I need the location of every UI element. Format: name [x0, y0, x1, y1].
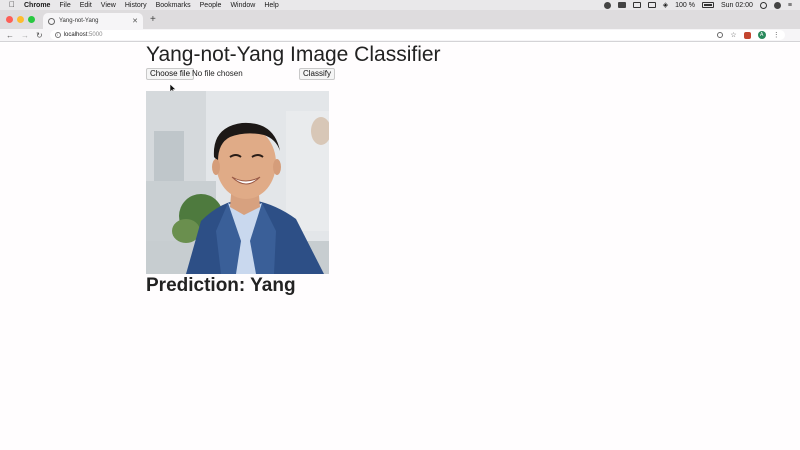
record-icon[interactable]: [603, 1, 611, 9]
menu-view[interactable]: View: [101, 2, 116, 9]
menu-bookmarks[interactable]: Bookmarks: [156, 2, 191, 9]
battery-percent: 100 %: [675, 1, 695, 9]
user-icon[interactable]: [773, 1, 781, 9]
prediction-result: Prediction: Yang: [146, 275, 296, 296]
battery-icon[interactable]: [701, 2, 714, 8]
browser-toolbar: ← → ↻ i localhost:5000 ☆ A ⋮: [0, 29, 800, 42]
menu-window[interactable]: Window: [230, 2, 255, 9]
menu-people[interactable]: People: [200, 2, 222, 9]
address-bar[interactable]: i localhost:5000 ☆ A ⋮: [49, 30, 785, 40]
menu-list-icon[interactable]: ≡: [788, 2, 792, 9]
system-menu-bar:  Chrome File Edit View History Bookmark…: [0, 0, 800, 10]
new-tab-button[interactable]: +: [150, 14, 156, 25]
display-icon[interactable]: [632, 2, 641, 8]
back-arrow-icon[interactable]: ←: [6, 31, 14, 40]
minimize-window-button[interactable]: [17, 16, 24, 23]
menu-help[interactable]: Help: [264, 2, 278, 9]
zoom-icon[interactable]: [717, 32, 724, 38]
url-host: localhost: [63, 32, 88, 38]
extension-icon[interactable]: [743, 31, 751, 39]
menu-history[interactable]: History: [125, 2, 147, 9]
close-tab-icon[interactable]: ✕: [132, 17, 138, 25]
page-title: Yang-not-Yang Image Classifier: [146, 43, 441, 66]
airplay-icon[interactable]: [647, 2, 656, 8]
menu-app-name[interactable]: Chrome: [24, 2, 50, 9]
reload-icon[interactable]: ↻: [36, 31, 43, 40]
window-controls: [0, 16, 35, 23]
info-icon[interactable]: i: [54, 32, 61, 38]
wifi-icon[interactable]: ◈: [663, 1, 668, 9]
uploaded-photo: [146, 91, 329, 274]
close-window-button[interactable]: [6, 16, 13, 23]
choose-file-button[interactable]: Choose file: [146, 68, 195, 80]
more-menu-icon[interactable]: ⋮: [773, 31, 780, 39]
url-port: :5000: [87, 32, 103, 38]
clock[interactable]: Sun 02:00: [721, 2, 753, 9]
tab-strip: Yang-not-Yang ✕ +: [0, 10, 800, 29]
profile-avatar[interactable]: A: [757, 31, 766, 39]
apple-icon[interactable]: : [9, 0, 15, 10]
classify-button[interactable]: Classify: [299, 68, 336, 80]
browser-tab[interactable]: Yang-not-Yang ✕: [43, 13, 143, 29]
forward-arrow-icon[interactable]: →: [21, 31, 29, 40]
menu-edit[interactable]: Edit: [80, 2, 92, 9]
zoom-window-button[interactable]: [28, 16, 35, 23]
search-icon[interactable]: [759, 1, 767, 9]
page-content: Yang-not-Yang Image Classifier Choose fi…: [0, 43, 800, 450]
tab-title: Yang-not-Yang: [59, 18, 99, 24]
dropbox-icon[interactable]: [617, 2, 626, 8]
menu-file[interactable]: File: [59, 2, 70, 9]
file-status-text: No file chosen: [192, 69, 243, 78]
bookmark-star-icon[interactable]: ☆: [730, 31, 736, 39]
globe-icon: [48, 17, 55, 25]
